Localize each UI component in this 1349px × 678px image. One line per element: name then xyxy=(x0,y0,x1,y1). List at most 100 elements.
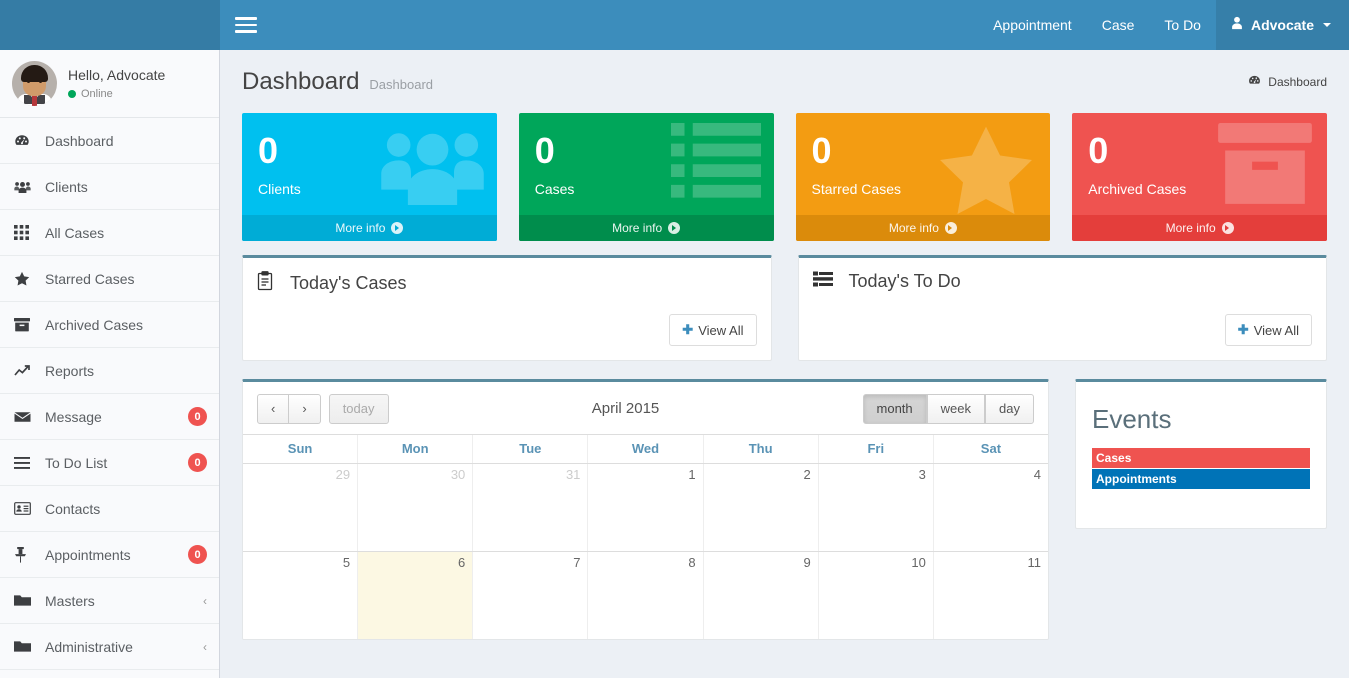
calendar-day-cell[interactable]: 5 xyxy=(243,551,359,639)
view-all-todo-button[interactable]: ✚ View All xyxy=(1224,314,1312,346)
calendar-day-cell[interactable]: 7 xyxy=(473,551,589,639)
calendar-view-day-button[interactable]: day xyxy=(985,394,1034,424)
sidebar-item-masters[interactable]: Masters ‹ xyxy=(0,578,219,624)
panel-todays-todo-footer: ✚ View All xyxy=(1224,314,1312,346)
stat-box-cases-number: 0 xyxy=(534,130,555,171)
sidebar-item-reports[interactable]: Reports xyxy=(0,348,219,394)
stat-box-archived-cases-more-info-label: More info xyxy=(1165,221,1216,235)
calendar-day-cell[interactable]: 11 xyxy=(933,551,1048,639)
sidebar-item-appointments[interactable]: Appointments 0 xyxy=(0,532,219,578)
calendar-day-cell[interactable]: 10 xyxy=(818,551,934,639)
nav-link-case-label: Case xyxy=(1101,17,1135,33)
calendar-today-button[interactable]: today xyxy=(328,394,389,424)
sidebar-user-status: Online xyxy=(68,88,165,100)
calendar-next-button[interactable]: › xyxy=(289,394,321,424)
calendar-day-number: 4 xyxy=(1033,466,1041,482)
calendar-day-cell[interactable]: 9 xyxy=(703,551,819,639)
stat-box-cases[interactable]: 0 Cases More info xyxy=(518,113,774,241)
user-dropdown-button[interactable]: Advocate xyxy=(1215,0,1349,50)
sidebar-item-administrative[interactable]: Administrative ‹ xyxy=(0,624,219,670)
panel-todays-todo-header: Today's To Do xyxy=(799,258,1327,298)
stat-box-cases-more-info[interactable]: More info xyxy=(518,215,774,241)
calendar-day-cell[interactable]: 1 xyxy=(588,463,704,551)
breadcrumb-label: Dashboard xyxy=(1268,74,1327,89)
sidebar-item-contacts-label: Contacts xyxy=(45,500,101,517)
sidebar-item-todo-list[interactable]: To Do List 0 xyxy=(0,440,219,486)
calendar-day-cell[interactable]: 2 xyxy=(703,463,819,551)
stat-box-archived-cases[interactable]: 0 Archived Cases More info xyxy=(1072,113,1327,241)
sidebar-item-all-cases-label: All Cases xyxy=(45,224,105,241)
hamburger-icon xyxy=(235,13,257,37)
chevron-left-icon: ‹ xyxy=(203,593,207,608)
user-icon xyxy=(1230,16,1244,34)
sidebar-item-message[interactable]: Message 0 xyxy=(0,394,219,440)
nav-link-appointment[interactable]: Appointment xyxy=(978,0,1087,50)
event-draggable-cases[interactable]: Cases xyxy=(1092,448,1310,468)
calendar-day-number: 11 xyxy=(1027,554,1041,570)
calendar-day-cell-today[interactable]: 6 xyxy=(358,551,474,639)
online-dot-icon xyxy=(68,90,76,98)
sidebar-item-starred-cases[interactable]: Starred Cases xyxy=(0,256,219,302)
stat-box-cases-label: Cases xyxy=(534,181,575,197)
sidebar-item-clients[interactable]: Clients xyxy=(0,164,219,210)
sidebar-toggle-button[interactable] xyxy=(220,0,272,50)
stat-box-starred-cases[interactable]: 0 Starred Cases More info xyxy=(795,113,1051,241)
sidebar-item-starred-cases-label: Starred Cases xyxy=(45,270,135,287)
tasks-icon xyxy=(812,271,833,292)
stat-box-archived-cases-number: 0 xyxy=(1088,130,1109,171)
stat-box-starred-cases-more-info-label: More info xyxy=(888,221,939,235)
calendar-day-header-tue: Tue xyxy=(473,434,589,463)
stat-box-starred-cases-more-info[interactable]: More info xyxy=(795,215,1051,241)
star-icon xyxy=(14,271,36,287)
arrow-circle-right-icon xyxy=(944,222,957,234)
panel-todays-todo: Today's To Do ✚ View All xyxy=(797,255,1327,361)
sidebar-item-contacts[interactable]: Contacts xyxy=(0,486,219,532)
calendar-title: April 2015 xyxy=(591,400,660,418)
calendar-day-number: 3 xyxy=(918,466,926,482)
panels-row: Today's Cases ✚ View All Today's To Do ✚… xyxy=(242,255,1327,361)
calendar-day-number: 1 xyxy=(688,466,696,482)
panel-todays-cases: Today's Cases ✚ View All xyxy=(242,255,772,361)
calendar-nav-group: ‹ › today xyxy=(257,394,389,424)
stat-box-archived-cases-more-info[interactable]: More info xyxy=(1072,215,1327,241)
stat-box-clients[interactable]: 0 Clients More info xyxy=(242,113,497,241)
user-dropdown-label: Advocate xyxy=(1250,17,1314,33)
breadcrumb[interactable]: Dashboard xyxy=(1248,74,1327,90)
calendar-prev-next-group: ‹ › xyxy=(257,394,321,424)
chevron-left-icon: ‹ xyxy=(203,639,207,654)
calendar-day-cell[interactable]: 29 xyxy=(243,463,359,551)
sidebar-user-greeting: Hello, Advocate xyxy=(68,67,166,83)
caret-down-icon xyxy=(1323,23,1331,27)
sidebar-item-archived-cases[interactable]: Archived Cases xyxy=(0,302,219,348)
calendar-view-week-button[interactable]: week xyxy=(926,394,986,424)
calendar-day-cell[interactable]: 3 xyxy=(818,463,934,551)
sidebar-item-all-cases[interactable]: All Cases xyxy=(0,210,219,256)
calendar-prev-button[interactable]: ‹ xyxy=(257,394,290,424)
calendar-day-number: 30 xyxy=(450,466,466,482)
calendar-day-cell[interactable]: 31 xyxy=(473,463,589,551)
event-draggable-appointments[interactable]: Appointments xyxy=(1092,469,1310,489)
plus-icon: ✚ xyxy=(1237,322,1249,337)
sidebar-item-dashboard[interactable]: Dashboard xyxy=(0,118,219,164)
brand-logo-block[interactable] xyxy=(0,0,220,50)
sidebar-user-status-label: Online xyxy=(81,88,113,100)
sidebar-menu: Dashboard Clients All Cases Starred Case… xyxy=(0,118,219,670)
sidebar: Hello, Advocate Online Dashboard Clients xyxy=(0,50,220,678)
calendar-day-header-sat: Sat xyxy=(980,440,1002,456)
calendar-day-cell[interactable]: 4 xyxy=(933,463,1048,551)
nav-link-appointment-label: Appointment xyxy=(993,17,1072,33)
panel-todays-cases-footer: ✚ View All xyxy=(669,314,757,346)
calendar-day-cell[interactable]: 30 xyxy=(358,463,474,551)
calendar-day-cell[interactable]: 8 xyxy=(588,551,704,639)
sidebar-user-panel[interactable]: Hello, Advocate Online xyxy=(0,50,219,118)
stat-box-clients-more-info[interactable]: More info xyxy=(242,215,497,241)
page-title: Dashboard xyxy=(242,67,360,95)
calendar-view-month-button[interactable]: month xyxy=(862,394,927,424)
nav-link-todo[interactable]: To Do xyxy=(1149,0,1216,50)
calendar-week-row: 5 6 7 8 9 10 11 xyxy=(243,550,1048,639)
view-all-cases-button[interactable]: ✚ View All xyxy=(669,314,757,346)
calendar-day-header-thu: Thu xyxy=(704,434,819,463)
sidebar-item-dashboard-label: Dashboard xyxy=(45,132,114,149)
nav-link-case[interactable]: Case xyxy=(1087,0,1150,50)
content-wrapper: Dashboard Dashboard Dashboard 0 Clients xyxy=(220,50,1349,678)
